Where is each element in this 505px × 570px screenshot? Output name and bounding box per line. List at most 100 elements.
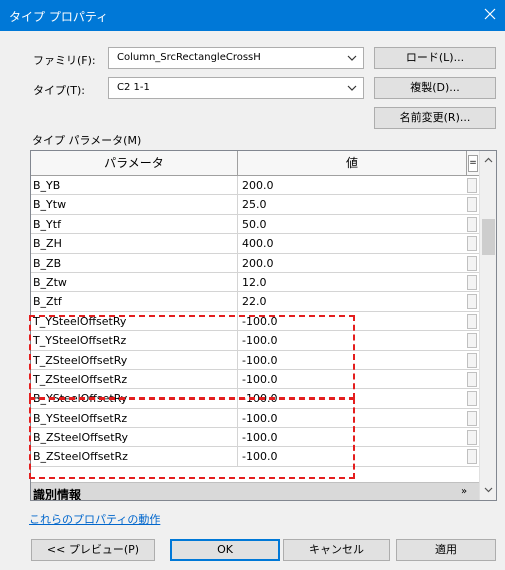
parameter-value[interactable]: -100.0 [242, 354, 277, 367]
parameter-name: B_YSteelOffsetRz [33, 411, 128, 425]
associate-parameter-button[interactable] [467, 430, 477, 446]
column-divider [237, 176, 238, 195]
group-label: 識別情報 [33, 488, 82, 501]
associate-parameter-button[interactable] [467, 255, 477, 271]
associate-parameter-button[interactable] [467, 410, 477, 426]
scroll-down-icon[interactable] [483, 484, 494, 495]
grid-header: パラメータ 値 = [31, 151, 479, 176]
load-button[interactable]: ロード(L)... [374, 47, 496, 69]
associate-parameter-button[interactable] [467, 391, 477, 407]
associate-parameter-button[interactable] [467, 274, 477, 290]
column-divider [237, 253, 238, 272]
equals-column-header[interactable]: = [468, 155, 478, 172]
table-row[interactable]: B_YSteelOffsetRz -100.0 [31, 408, 479, 429]
column-divider [237, 428, 238, 447]
associate-parameter-button[interactable] [467, 178, 477, 193]
parameter-value[interactable]: 12.0 [242, 276, 267, 289]
type-parameters-label: タイプ パラメータ(M) [32, 134, 142, 147]
scroll-up-icon[interactable] [483, 155, 494, 166]
column-divider [237, 311, 238, 331]
table-row[interactable]: B_ZH 400.0 [31, 234, 479, 254]
associate-parameter-button[interactable] [467, 352, 477, 368]
parameter-name: B_ZH [33, 237, 62, 251]
table-row[interactable]: T_YSteelOffsetRz -100.0 [31, 331, 479, 351]
chevron-down-icon [347, 55, 357, 61]
table-row[interactable]: T_ZSteelOffsetRz -100.0 [31, 369, 479, 390]
type-label: タイプ(T): [33, 84, 86, 97]
table-row[interactable]: B_Ytw 25.0 [31, 195, 479, 215]
table-row[interactable]: B_ZSteelOffsetRy -100.0 [31, 428, 479, 448]
family-value: Column_SrcRectangleCrossH [117, 52, 261, 63]
parameter-value[interactable]: 400.0 [242, 237, 274, 250]
param-column-header[interactable]: パラメータ [31, 151, 238, 175]
vertical-scrollbar[interactable] [479, 151, 496, 500]
column-divider [237, 195, 238, 214]
preview-button[interactable]: << プレビュー(P) [31, 539, 155, 561]
parameter-name: B_Ztw [33, 275, 67, 289]
value-column-header[interactable]: 値 [238, 151, 467, 175]
parameter-name: B_YSteelOffsetRy [33, 392, 128, 406]
associate-parameter-button[interactable] [467, 294, 477, 310]
column-divider [237, 447, 238, 466]
parameter-value[interactable]: -100.0 [242, 315, 277, 328]
table-row[interactable]: B_Ytf 50.0 [31, 214, 479, 235]
close-icon[interactable] [481, 5, 499, 23]
column-divider [237, 292, 238, 311]
table-row[interactable]: B_Ztw 12.0 [31, 272, 479, 293]
table-row[interactable]: B_YB 200.0 [31, 176, 479, 196]
table-row[interactable]: T_ZSteelOffsetRy -100.0 [31, 350, 479, 370]
associate-parameter-button[interactable] [467, 333, 477, 349]
parameter-name: B_ZSteelOffsetRy [33, 431, 129, 445]
parameter-value[interactable]: 200.0 [242, 179, 274, 192]
chevron-down-icon [347, 85, 357, 91]
collapse-icon[interactable]: » [461, 486, 467, 497]
table-row[interactable]: B_Ztf 22.0 [31, 292, 479, 312]
parameter-value[interactable]: 200.0 [242, 257, 274, 270]
column-divider [237, 331, 238, 350]
type-value: C2 1-1 [117, 82, 150, 93]
properties-behavior-link[interactable]: これらのプロパティの動作 [29, 511, 160, 527]
rename-button[interactable]: 名前変更(R)... [374, 107, 496, 129]
parameter-name: B_Ztf [33, 295, 62, 309]
parameter-value[interactable]: -100.0 [242, 392, 277, 405]
scroll-thumb[interactable] [482, 219, 495, 255]
table-row[interactable]: B_ZB 200.0 [31, 253, 479, 273]
parameter-name: T_YSteelOffsetRy [33, 314, 127, 328]
parameter-value[interactable]: 22.0 [242, 295, 267, 308]
parameter-value[interactable]: -100.0 [242, 431, 277, 444]
parameter-value[interactable]: 25.0 [242, 198, 267, 211]
column-divider [237, 408, 238, 428]
table-row[interactable]: B_YSteelOffsetRy -100.0 [31, 389, 479, 409]
column-divider [237, 272, 238, 292]
parameter-value[interactable]: -100.0 [242, 450, 277, 463]
parameter-name: T_YSteelOffsetRz [33, 334, 127, 348]
parameter-name: T_ZSteelOffsetRz [33, 372, 128, 386]
associate-parameter-button[interactable] [467, 216, 477, 232]
ok-button[interactable]: OK [170, 539, 280, 561]
associate-parameter-button[interactable] [467, 449, 477, 465]
parameter-value[interactable]: -100.0 [242, 334, 277, 347]
cancel-button[interactable]: キャンセル [283, 539, 390, 561]
table-row[interactable]: T_YSteelOffsetRy -100.0 [31, 311, 479, 332]
title-bar: タイプ プロパティ [0, 0, 505, 31]
parameter-value[interactable]: 50.0 [242, 218, 267, 231]
column-divider [237, 369, 238, 389]
table-row[interactable]: B_ZSteelOffsetRz -100.0 [31, 447, 479, 467]
parameter-grid: パラメータ 値 = B_YB 200.0 B_Ytw 25.0 B_Ytf 50.0 B_Z… [30, 150, 497, 501]
group-row-identity[interactable]: 識別情報 » [31, 482, 479, 501]
parameter-value[interactable]: -100.0 [242, 412, 277, 425]
type-select[interactable]: C2 1-1 [108, 77, 364, 99]
parameter-name: T_ZSteelOffsetRy [33, 353, 128, 367]
parameter-name: B_YB [33, 179, 61, 192]
associate-parameter-button[interactable] [467, 236, 477, 252]
parameter-value[interactable]: -100.0 [242, 373, 277, 386]
parameter-name: B_ZB [33, 256, 62, 270]
associate-parameter-button[interactable] [467, 313, 477, 329]
column-divider [237, 234, 238, 253]
associate-parameter-button[interactable] [467, 197, 477, 213]
duplicate-button[interactable]: 複製(D)... [374, 77, 496, 99]
window-title: タイプ プロパティ [9, 10, 109, 24]
family-select[interactable]: Column_SrcRectangleCrossH [108, 47, 364, 69]
associate-parameter-button[interactable] [467, 371, 477, 387]
apply-button[interactable]: 適用 [396, 539, 496, 561]
